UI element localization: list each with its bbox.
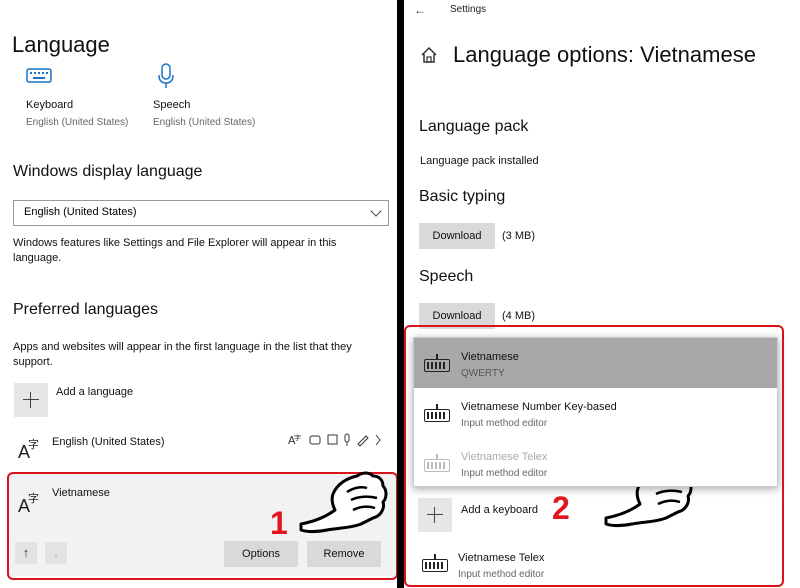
display-language-value: English (United States)	[24, 206, 137, 218]
basic-typing-heading: Basic typing	[419, 188, 506, 205]
add-language-label: Add a language	[56, 386, 134, 398]
keyboard-icon	[26, 68, 52, 83]
language-features-icons: A 字	[288, 433, 381, 447]
display-description-line2: language.	[13, 252, 62, 264]
home-icon[interactable]	[420, 46, 438, 64]
plus-icon	[14, 383, 48, 417]
step-marker-2: 2	[552, 490, 570, 526]
display-description-line1: Windows features like Settings and File …	[13, 237, 337, 249]
add-language-button[interactable]: Add a language	[14, 383, 214, 417]
display-language-description: Windows features like Settings and File …	[13, 236, 336, 266]
language-pack-status: Language pack installed	[420, 155, 539, 167]
speech-tile-sub: English (United States)	[153, 117, 256, 128]
window-title: Settings	[450, 4, 487, 15]
speech-size: (4 MB)	[502, 310, 535, 322]
preferred-description-line1: Apps and websites will appear in the fir…	[13, 341, 352, 353]
svg-text:字: 字	[294, 433, 301, 442]
language-icon: A字	[18, 439, 39, 462]
preferred-languages-heading: Preferred languages	[13, 301, 158, 318]
basic-typing-download-button[interactable]: Download	[419, 223, 495, 249]
back-arrow-icon[interactable]: ←	[414, 3, 426, 17]
language-row-english[interactable]: A字 English (United States) A 字	[10, 428, 395, 468]
display-language-heading: Windows display language	[13, 163, 203, 180]
preferred-description-line2: support.	[13, 356, 53, 368]
keyboard-tile[interactable]: Keyboard English (United States)	[22, 62, 142, 132]
preferred-languages-description: Apps and websites will appear in the fir…	[13, 340, 352, 370]
pointing-hand-icon	[299, 471, 388, 533]
speech-tile[interactable]: Speech English (United States)	[149, 62, 269, 132]
page-title: Language options: Vietnamese	[453, 42, 756, 67]
microphone-icon	[158, 63, 174, 88]
page-title: Language	[12, 32, 110, 57]
display-language-dropdown[interactable]: English (United States)	[13, 200, 389, 226]
keyboard-tile-label: Keyboard	[26, 99, 74, 111]
highlight-box-step2	[404, 325, 784, 587]
language-settings-panel: Language Keyboard English (United States…	[0, 0, 397, 588]
language-pack-heading: Language pack	[419, 118, 529, 135]
keyboard-tile-sub: English (United States)	[26, 117, 129, 128]
speech-heading: Speech	[419, 268, 474, 285]
step-marker-1: 1	[270, 505, 288, 541]
language-name: English (United States)	[52, 436, 165, 448]
basic-typing-size: (3 MB)	[502, 230, 535, 242]
chevron-down-icon	[370, 205, 382, 217]
speech-tile-label: Speech	[153, 99, 191, 111]
